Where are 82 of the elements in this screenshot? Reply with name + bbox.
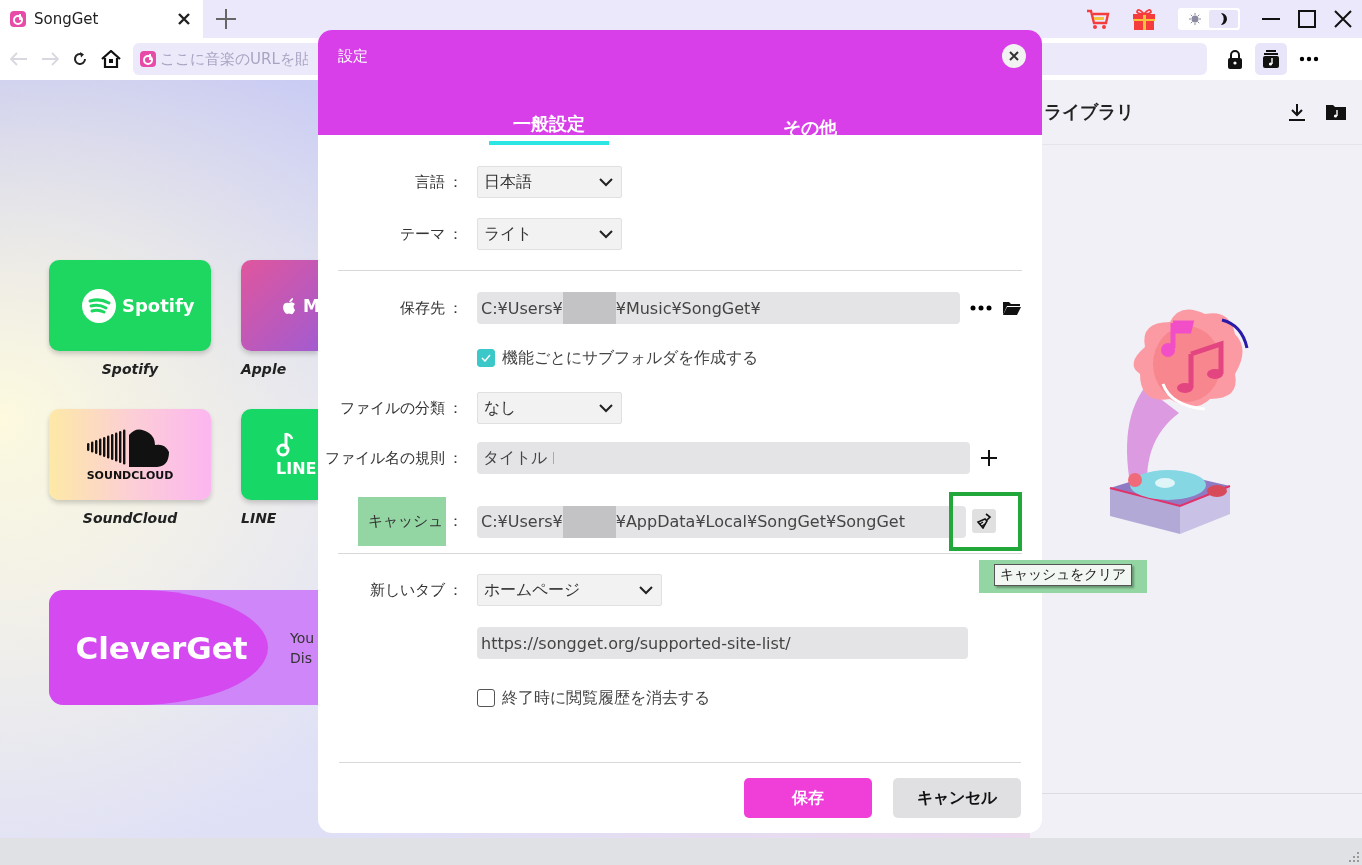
download-icon[interactable] xyxy=(1288,103,1306,121)
browser-tab[interactable]: SongGet xyxy=(0,0,203,38)
field-label: ファイル名の規則 xyxy=(324,448,446,468)
field-label: キャッシュ xyxy=(358,497,446,546)
checkbox-label[interactable]: 機能ごとにサブフォルダを作成する xyxy=(502,347,758,369)
dialog-title: 設定 xyxy=(338,46,368,66)
music-folder-icon[interactable] xyxy=(1326,104,1346,120)
apple-logo-icon xyxy=(281,296,297,315)
checkbox-label[interactable]: 終了時に閲覧履歴を消去する xyxy=(502,687,710,709)
colon: ： xyxy=(448,512,463,531)
close-button[interactable] xyxy=(1002,44,1026,68)
more-icon[interactable] xyxy=(970,305,992,311)
more-icon[interactable] xyxy=(1299,56,1319,62)
new-tab-icon[interactable] xyxy=(215,8,237,30)
colon: ： xyxy=(448,448,463,468)
logo-text: M xyxy=(303,295,318,316)
colon: ： xyxy=(448,398,463,418)
promo-text: You Dis xyxy=(290,628,315,668)
url-field[interactable]: https://songget.org/supported-site-list/ xyxy=(477,627,968,659)
add-icon[interactable] xyxy=(980,449,998,467)
app-logo-icon xyxy=(10,11,26,27)
dropdown[interactable]: 日本語 xyxy=(477,166,622,198)
close-icon[interactable] xyxy=(1334,10,1352,28)
dropdown[interactable]: ホームページ xyxy=(477,574,662,606)
dropdown[interactable]: なし xyxy=(477,392,622,424)
check-icon xyxy=(481,354,491,362)
lock-icon[interactable] xyxy=(1227,49,1243,69)
resize-grip-icon[interactable] xyxy=(1349,852,1359,862)
logo-text: Spotify xyxy=(122,295,195,316)
clear-cache-button[interactable] xyxy=(972,509,996,533)
music-note-icon xyxy=(276,431,296,457)
music-library-icon xyxy=(1263,50,1279,68)
checkbox[interactable] xyxy=(477,349,495,367)
close-icon xyxy=(1009,51,1019,61)
maximize-icon[interactable] xyxy=(1298,10,1316,28)
dark-theme-button[interactable] xyxy=(1209,10,1238,28)
panel-title: ライブラリ xyxy=(1044,100,1135,124)
chevron-down-icon xyxy=(639,585,653,595)
colon: ： xyxy=(448,224,463,244)
plus-icon xyxy=(980,449,998,467)
checkbox[interactable] xyxy=(477,689,495,707)
brand-name: CleverGet xyxy=(75,629,248,666)
tooltip: キャッシュをクリア xyxy=(994,564,1132,586)
service-label: Apple xyxy=(241,361,287,377)
field-label: 言語 xyxy=(414,172,446,192)
spotify-logo-icon xyxy=(82,288,116,323)
reload-icon[interactable] xyxy=(72,51,88,67)
close-icon[interactable] xyxy=(177,12,191,26)
dropdown[interactable]: ライト xyxy=(477,218,622,250)
field-label: ファイルの分類 xyxy=(339,398,446,418)
logo-text: LINE xyxy=(276,459,317,478)
service-label: SoundCloud xyxy=(82,510,178,526)
moon-icon xyxy=(1218,13,1229,25)
chevron-down-icon xyxy=(599,229,613,239)
sun-icon xyxy=(1188,13,1201,25)
field-label: 保存先 xyxy=(399,298,446,318)
redaction-block xyxy=(562,292,616,324)
settings-tab[interactable]: 一般設定 xyxy=(489,108,609,145)
service-card[interactable]: SOUNDCLOUD xyxy=(49,409,211,500)
service-label: Spotify xyxy=(101,361,159,377)
redaction-block xyxy=(562,505,616,538)
colon: ： xyxy=(448,580,463,600)
field-label: 新しいタブ xyxy=(369,580,446,600)
path-field[interactable]: C:¥Users¥ ¥Music¥SongGet¥ xyxy=(477,292,960,324)
home-icon[interactable] xyxy=(101,50,121,68)
colon: ： xyxy=(448,172,463,192)
gift-icon[interactable] xyxy=(1132,7,1156,31)
colon: ： xyxy=(448,298,463,318)
cart-icon[interactable] xyxy=(1086,8,1110,30)
logo-text: SOUNDCLOUD xyxy=(86,469,174,482)
folder-icon[interactable] xyxy=(1002,300,1022,316)
promo-banner[interactable]: CleverGet You Dis xyxy=(49,590,318,705)
filename-rule-field[interactable]: タイトル xyxy=(477,442,970,474)
library-button[interactable] xyxy=(1255,43,1287,75)
chevron-down-icon xyxy=(599,403,613,413)
path-field[interactable]: C:¥Users¥ ¥AppData¥Local¥SongGet¥SongGet xyxy=(477,505,966,538)
field-label: テーマ xyxy=(399,224,446,244)
service-label: LINE xyxy=(241,510,277,526)
app-logo-icon xyxy=(140,51,156,67)
cancel-button[interactable]: キャンセル xyxy=(893,778,1021,818)
service-card[interactable]: M xyxy=(241,260,318,351)
chevron-down-icon xyxy=(599,177,613,187)
